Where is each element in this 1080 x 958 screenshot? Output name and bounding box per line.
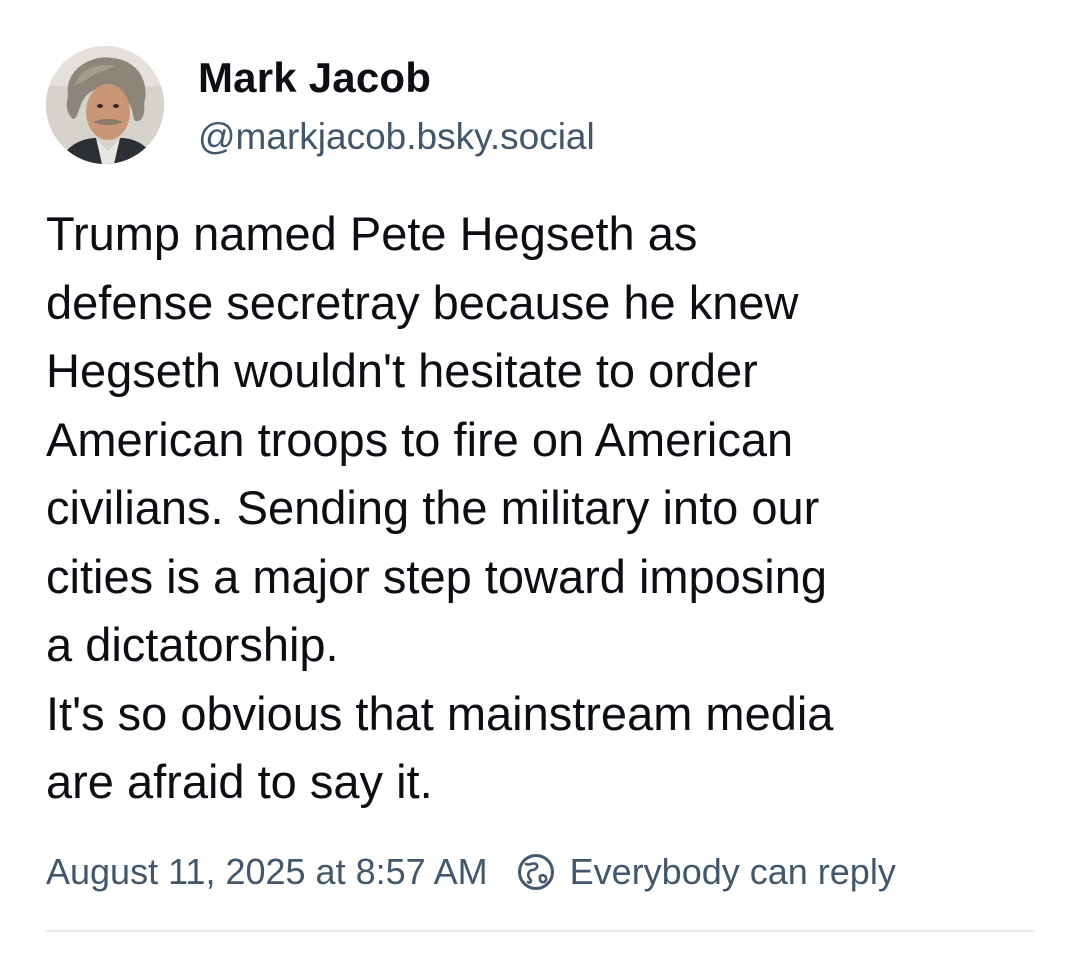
post-header: Mark Jacob @markjacob.bsky.social bbox=[46, 46, 1026, 166]
author-avatar[interactable] bbox=[46, 46, 164, 164]
reply-setting-label[interactable]: Everybody can reply bbox=[570, 851, 896, 893]
user-avatar-photo-icon bbox=[46, 46, 164, 164]
author-name[interactable]: Mark Jacob bbox=[198, 54, 431, 102]
author-handle[interactable]: @markjacob.bsky.social bbox=[198, 116, 595, 158]
globe-icon bbox=[516, 852, 556, 892]
post-text: Trump named Pete Hegseth as defense secr… bbox=[46, 207, 834, 808]
post-timestamp[interactable]: August 11, 2025 at 8:57 AM bbox=[46, 851, 488, 893]
post-meta: August 11, 2025 at 8:57 AM Everybody can… bbox=[46, 848, 1046, 896]
post-card: Mark Jacob @markjacob.bsky.social Trump … bbox=[0, 0, 1080, 958]
divider bbox=[46, 930, 1034, 932]
